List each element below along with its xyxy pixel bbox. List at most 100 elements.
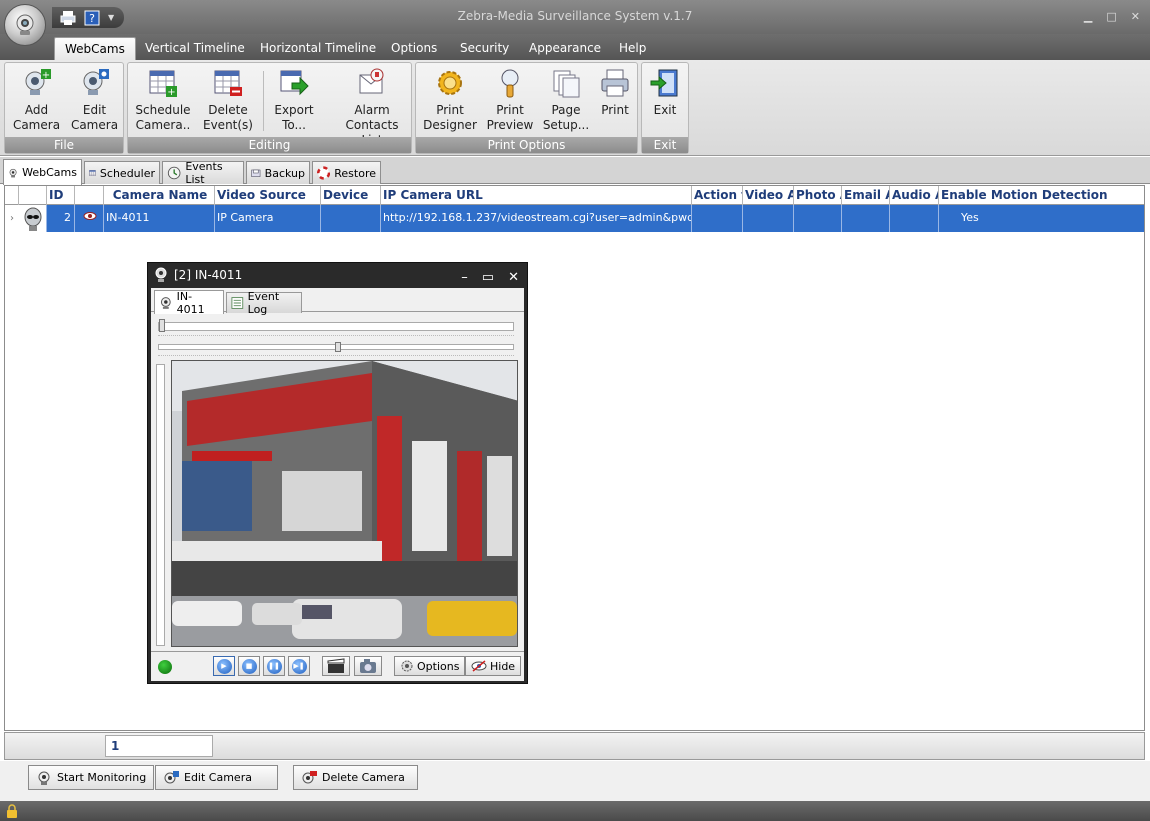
schedule-camera-button[interactable]: + Schedule Camera.. [132,67,194,133]
tab-vertical-timeline[interactable]: Vertical Timeline [135,37,255,60]
tab-security[interactable]: Security [450,37,519,60]
ribbon-separator [263,71,264,131]
doc-tab-scheduler[interactable]: Scheduler [84,161,160,184]
header-device[interactable]: Device [321,186,381,205]
header-ip-camera-url[interactable]: IP Camera URL [381,186,692,205]
start-monitoring-button[interactable]: Start Monitoring [28,765,155,790]
tab-help[interactable]: Help [609,37,656,60]
eye-icon[interactable] [75,205,104,232]
snapshot-button[interactable] [354,656,382,676]
header-video-alert[interactable]: Video Al [743,186,794,205]
minimize-icon[interactable]: ▁ [1084,10,1092,23]
print-designer-button[interactable]: Print Designer [422,67,478,133]
maximize-icon[interactable]: □ [1106,10,1116,23]
vertical-slider[interactable] [156,364,165,646]
print-preview-button[interactable]: Print Preview [482,67,538,133]
webcam-button-icon [38,771,50,785]
delete-events-button[interactable]: Delete Event(s) [198,67,258,133]
camera-window[interactable]: [2] IN-4011 – ▭ ✕ IN-4011 Event Log ▶ ■ … [147,262,528,684]
camera-snapshot [172,361,517,646]
camera-tab-live[interactable]: IN-4011 [154,290,224,316]
edit-camera-ribbon-button[interactable]: Edit Camera [67,67,122,133]
events-icon [167,166,181,180]
play-button[interactable]: ▶ [213,656,235,676]
playback-toolbar: ▶ ■ ❚❚ ▶❚ Options Hide [151,651,524,681]
alien-icon [24,207,42,231]
camera-thumb-cell [19,205,47,232]
title-bar: ? ▼ Zebra-Media Surveillance System v.1.… [0,0,1150,34]
group-print-options: Print Designer Print Preview Page Setup.… [415,62,638,154]
hide-eye-icon [471,660,487,672]
delete-camera-icon [302,770,317,783]
pages-icon [553,70,580,98]
next-button[interactable]: ▶❚ [288,656,310,676]
group-exit-label: Exit [642,137,688,153]
calendar-icon [89,170,96,176]
page-number-field[interactable]: 1 [105,735,213,757]
lock-icon[interactable] [6,804,18,818]
header-thumb [19,186,47,205]
edit-camera-button[interactable]: Edit Camera [155,765,278,790]
page-setup-button[interactable]: Page Setup... [540,67,592,133]
header-photo-alert[interactable]: Photo A [794,186,842,205]
seek-slider-thumb[interactable] [159,319,165,332]
stop-button[interactable]: ■ [238,656,260,676]
camera-snapshot-icon [360,659,376,673]
webcam-icon [16,14,34,35]
header-motion-detection[interactable]: Enable Motion Detection [939,186,1146,205]
alarm-contacts-button[interactable]: Alarm Contacts List [334,67,410,148]
exit-button[interactable]: Exit [644,67,686,118]
hide-button[interactable]: Hide [465,656,522,676]
doc-tab-webcams[interactable]: WebCams [3,159,82,185]
tab-options[interactable]: Options [381,37,447,60]
camera-close-icon[interactable]: ✕ [508,266,519,290]
edit-camera-small-icon [164,770,179,783]
options-button[interactable]: Options [394,656,466,676]
cell-audio-alert [890,205,939,232]
header-action[interactable]: Action t [692,186,743,205]
add-camera-button[interactable]: + Add Camera [9,67,64,133]
pause-icon: ❚❚ [266,658,282,674]
exit-door-icon [650,69,678,97]
group-file-label: File [5,137,123,153]
print-button[interactable]: Print [594,67,636,118]
delete-camera-button[interactable]: Delete Camera [293,765,418,790]
add-camera-icon: + [25,69,51,95]
alarm-contacts-icon [359,68,384,94]
camera-maximize-icon[interactable]: ▭ [482,266,494,290]
tab-appearance[interactable]: Appearance [519,37,611,60]
doc-tab-backup[interactable]: Backup [246,161,310,184]
cell-video-alert [743,205,794,232]
close-icon[interactable]: ✕ [1131,10,1140,23]
header-id[interactable]: ID [47,186,75,205]
header-camera-name[interactable]: Camera Name [104,186,215,205]
volume-slider-thumb[interactable] [335,342,341,352]
camera-window-titlebar[interactable]: [2] IN-4011 – ▭ ✕ [148,263,527,287]
magnifier-icon [501,69,519,98]
volume-slider[interactable] [158,342,514,352]
camera-minimize-icon[interactable]: – [461,266,468,290]
lifebuoy-icon [317,166,331,180]
pause-button[interactable]: ❚❚ [263,656,285,676]
app-title: Zebra-Media Surveillance System v.1.7 [457,9,693,23]
header-video-source[interactable]: Video Source [215,186,321,205]
app-menu-button[interactable] [4,4,46,46]
record-button[interactable] [322,656,350,676]
header-email-alert[interactable]: Email Al [842,186,890,205]
header-audio-alert[interactable]: Audio A [890,186,939,205]
doc-tab-events-list[interactable]: Events List [162,160,244,186]
tab-horizontal-timeline[interactable]: Horizontal Timeline [250,37,386,60]
seek-slider[interactable] [158,319,514,332]
export-button[interactable]: Export To... [268,67,320,133]
svg-text:+: + [167,87,175,98]
table-row[interactable]: 2 IN-4011 IP Camera http://192.168.1.237… [5,205,1144,232]
tab-webcams[interactable]: WebCams [54,37,136,60]
camera-tab-event-log[interactable]: Event Log [226,290,302,316]
webcam-tab-icon [160,296,171,309]
camera-video-feed [171,360,518,647]
cell-photo-alert [794,205,842,232]
play-icon: ▶ [216,658,232,674]
doc-tab-restore[interactable]: Restore [312,161,381,184]
slider-ticks-2 [158,355,514,358]
grid-header: ID Camera Name Video Source Device IP Ca… [5,186,1144,205]
